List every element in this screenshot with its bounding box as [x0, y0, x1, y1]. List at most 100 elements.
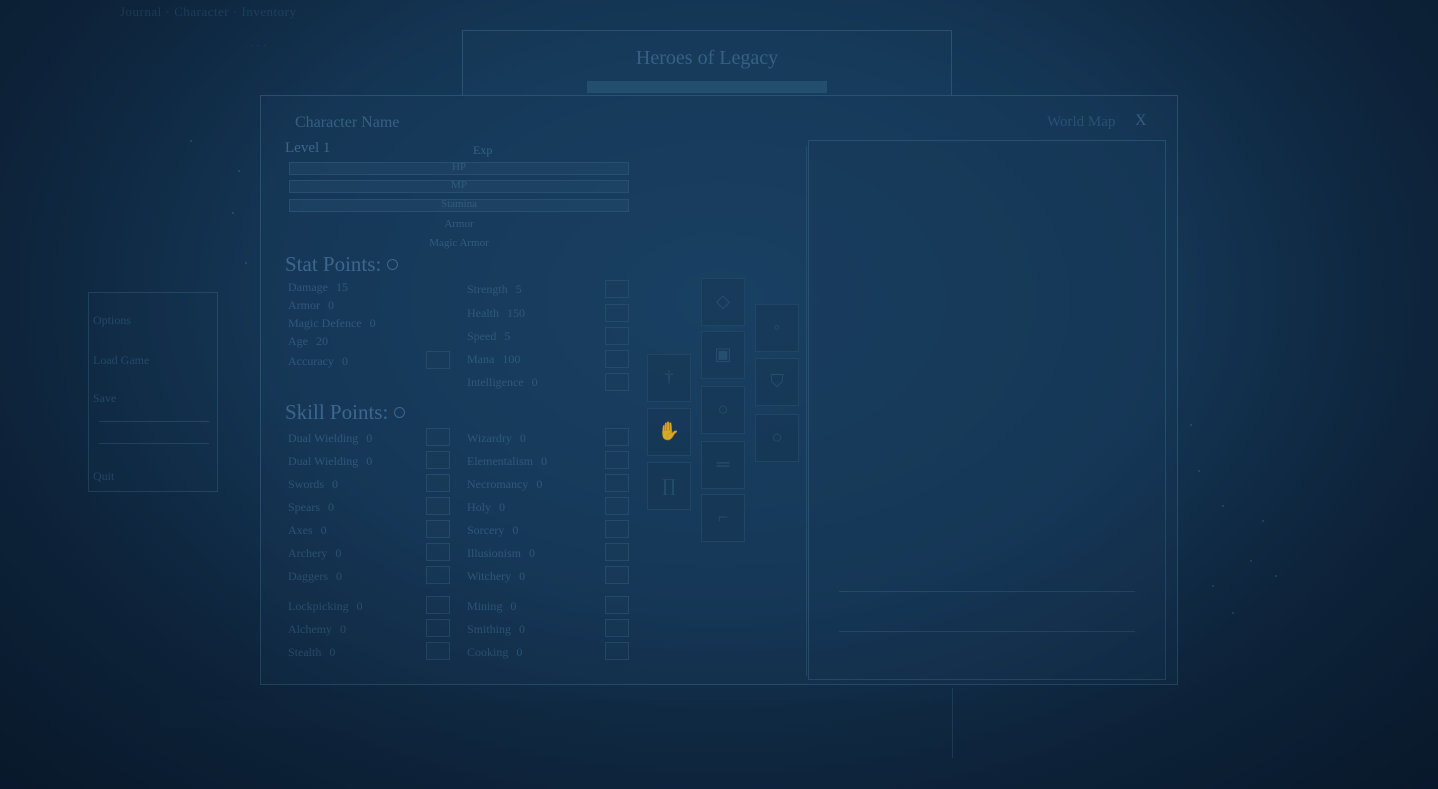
- world-map-label[interactable]: World Map: [1047, 114, 1115, 131]
- skill-row: Daggers 0: [288, 569, 342, 583]
- skill-plus-button[interactable]: [426, 474, 450, 492]
- skill-row: Witchery 0: [467, 569, 526, 583]
- side-menu-item-load-game[interactable]: Load Game: [93, 353, 149, 368]
- top-sub-text: · · ·: [250, 40, 267, 52]
- skill-plus-button[interactable]: [426, 642, 450, 660]
- bottom-info-box: [952, 688, 1269, 758]
- bottom-hotbar: [160, 700, 950, 728]
- strength-plus-button[interactable]: [605, 280, 629, 298]
- side-menu-divider: [99, 421, 209, 422]
- skill-plus-button[interactable]: [426, 566, 450, 584]
- skill-row: Necromancy 0: [467, 477, 543, 491]
- equip-slot-shield[interactable]: ⛉: [755, 358, 799, 406]
- character-name: Character Name: [295, 114, 400, 131]
- equip-slot-amulet[interactable]: ◦: [755, 304, 799, 352]
- stat-mana: Mana 100: [467, 352, 521, 366]
- stat-age: Age 20: [288, 334, 328, 348]
- stat-intelligence: Intelligence 0: [467, 375, 538, 389]
- sword-icon: †: [664, 367, 674, 387]
- stat-speed: Speed 5: [467, 329, 511, 343]
- speed-plus-button[interactable]: [605, 327, 629, 345]
- health-plus-button[interactable]: [605, 304, 629, 322]
- skill-row: Elementalism 0: [467, 454, 547, 468]
- game-title: Heroes of Legacy: [635, 47, 779, 69]
- skill-plus-button[interactable]: [605, 619, 629, 637]
- exp-label: Exp: [473, 143, 493, 157]
- equip-slot-weapon[interactable]: †: [647, 354, 691, 402]
- equip-slot-gloves[interactable]: ✋: [647, 408, 691, 456]
- level-label: Level 1: [285, 140, 331, 156]
- equip-slot-boots[interactable]: ⌐: [701, 494, 745, 542]
- map-row-divider: [839, 631, 1135, 632]
- skill-plus-button[interactable]: [426, 543, 450, 561]
- skill-plus-button[interactable]: [605, 497, 629, 515]
- skill-row: Sorcery 0: [467, 523, 519, 537]
- ring-icon: ○: [771, 427, 783, 447]
- stat-armor: Armor 0: [288, 298, 334, 312]
- mp-label: MP: [451, 179, 467, 191]
- skill-plus-button[interactable]: [605, 543, 629, 561]
- stat-magic-defence: Magic Defence 0: [288, 316, 376, 330]
- stat-strength: Strength 5: [467, 282, 522, 296]
- skill-plus-button[interactable]: [426, 451, 450, 469]
- chest-icon: ▣: [714, 344, 732, 364]
- close-button[interactable]: X: [1135, 112, 1147, 130]
- title-underline: [587, 81, 827, 93]
- stat-health: Health 150: [467, 306, 525, 320]
- hp-label: HP: [451, 161, 467, 173]
- skill-plus-button[interactable]: [426, 428, 450, 446]
- skill-row: Wizardry 0: [467, 431, 526, 445]
- skill-row: Archery 0: [288, 546, 342, 560]
- skill-plus-button[interactable]: [426, 497, 450, 515]
- equip-slot-belt[interactable]: ═: [701, 441, 745, 489]
- skill-plus-button[interactable]: [426, 619, 450, 637]
- amulet-icon: ◦: [773, 317, 781, 337]
- ring-icon: ○: [717, 399, 729, 419]
- stat-damage: Damage 15: [288, 280, 348, 294]
- stat-points-count-icon: [387, 258, 399, 270]
- skill-plus-button[interactable]: [605, 451, 629, 469]
- world-map-pane[interactable]: [808, 140, 1166, 680]
- side-menu-item-save[interactable]: Save: [93, 391, 116, 406]
- equip-slot-chest[interactable]: ▣: [701, 331, 745, 379]
- skill-row: Dual Wielding 0: [288, 454, 373, 468]
- side-menu-item-quit[interactable]: Quit: [93, 469, 114, 484]
- skill-plus-button[interactable]: [605, 642, 629, 660]
- skill-row: Cooking 0: [467, 645, 523, 659]
- skill-row: Swords 0: [288, 477, 339, 491]
- stat-points-label: Stat Points:: [285, 252, 382, 276]
- character-panel: Character Name World Map X Level 1 Exp H…: [260, 95, 1178, 685]
- equip-slot-legs[interactable]: ∏: [647, 462, 691, 510]
- stat-accuracy: Accuracy 0: [288, 354, 348, 368]
- skill-plus-button[interactable]: [605, 428, 629, 446]
- equip-slot-helmet[interactable]: ◇: [701, 278, 745, 326]
- skill-row: Dual Wielding 0: [288, 431, 373, 445]
- skill-plus-button[interactable]: [605, 474, 629, 492]
- skill-row: Axes 0: [288, 523, 327, 537]
- side-menu-divider: [99, 443, 209, 444]
- title-banner: Heroes of Legacy: [462, 30, 952, 96]
- stat-points-heading: Stat Points:: [285, 252, 399, 277]
- accuracy-plus-button[interactable]: [426, 351, 450, 369]
- skill-row: Mining 0: [467, 599, 517, 613]
- skill-plus-button[interactable]: [605, 520, 629, 538]
- equip-slot-offhand[interactable]: ○: [755, 414, 799, 462]
- skill-row: Smithing 0: [467, 622, 526, 636]
- armor-label: Armor: [444, 218, 474, 230]
- skill-plus-button[interactable]: [426, 596, 450, 614]
- helmet-icon: ◇: [716, 291, 730, 311]
- shield-icon: ⛉: [770, 371, 784, 391]
- skill-plus-button[interactable]: [605, 566, 629, 584]
- panel-divider: [806, 146, 807, 676]
- belt-icon: ═: [716, 454, 730, 474]
- mana-plus-button[interactable]: [605, 350, 629, 368]
- intelligence-plus-button[interactable]: [605, 373, 629, 391]
- skill-row: Illusionism 0: [467, 546, 536, 560]
- skill-plus-button[interactable]: [426, 520, 450, 538]
- side-menu-item-options[interactable]: Options: [93, 313, 131, 328]
- skill-row: Alchemy 0: [288, 622, 346, 636]
- legs-icon: ∏: [661, 475, 677, 495]
- skill-plus-button[interactable]: [605, 596, 629, 614]
- equip-slot-ring[interactable]: ○: [701, 386, 745, 434]
- skill-row: Lockpicking 0: [288, 599, 363, 613]
